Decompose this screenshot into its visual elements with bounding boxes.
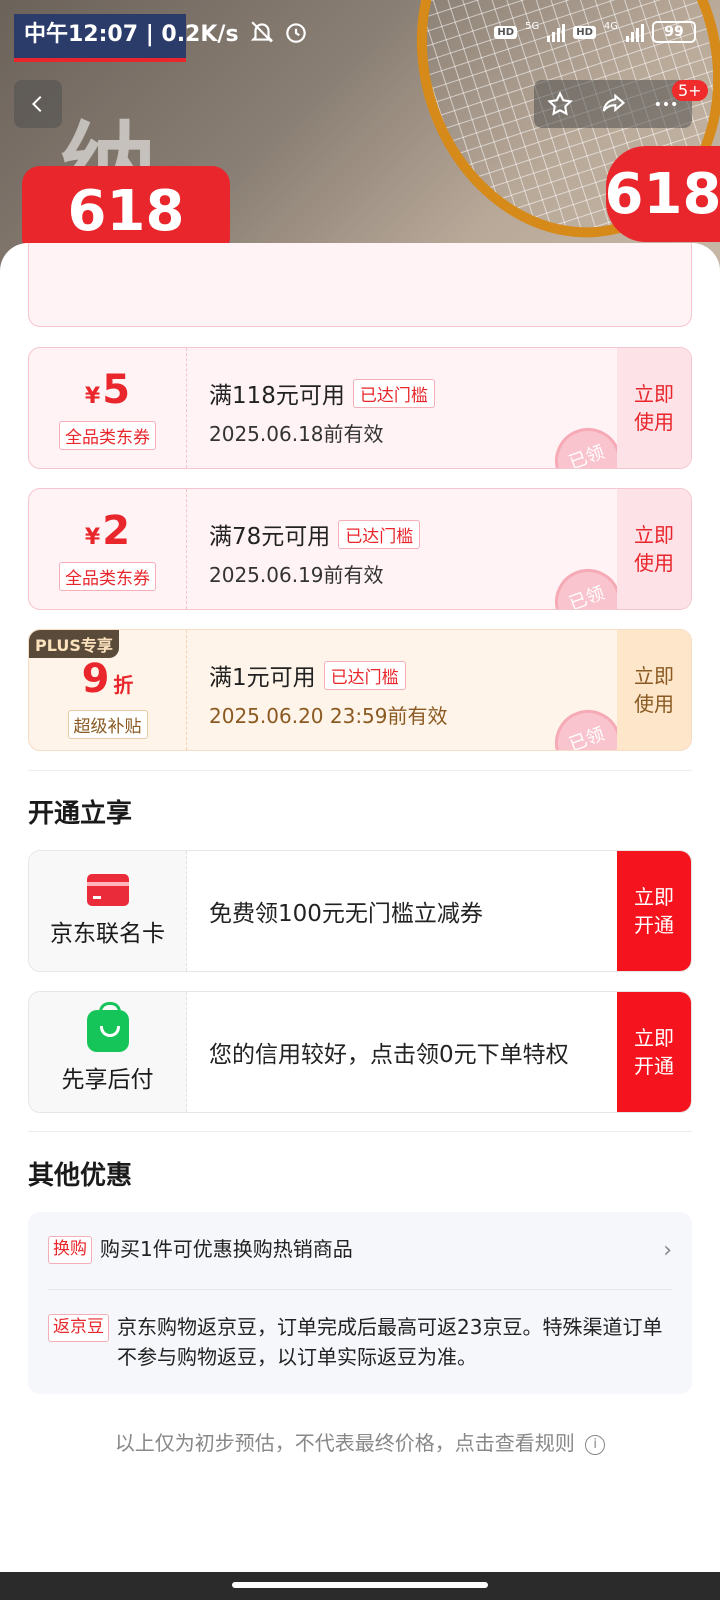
home-indicator-bar — [0, 1572, 720, 1600]
info-icon: i — [585, 1434, 606, 1455]
coupon-condition-row: 满1元可用 已达门槛 — [209, 658, 448, 692]
offer-text: 购买1件可优惠换购热销商品 — [100, 1237, 353, 1261]
bag-icon — [86, 1002, 129, 1052]
threshold-reached-badge: 已达门槛 — [352, 378, 435, 408]
yen-symbol: ¥ — [84, 383, 101, 409]
section-divider — [28, 1131, 692, 1132]
coupon-condition: 满1元可用 — [209, 665, 316, 691]
offer-text: 京东购物返京豆，订单完成后最高可返23京豆。特殊渠道订单不参与购物返豆，以订单实… — [117, 1315, 663, 1369]
mute-bell-icon — [250, 21, 273, 43]
use-now-button[interactable]: 立即 使用 — [617, 489, 691, 609]
coupon-amount: 9 折 — [82, 656, 134, 702]
star-icon[interactable] — [546, 90, 574, 118]
chevron-left-icon — [31, 95, 42, 113]
footer-note[interactable]: 以上仅为初步预估，不代表最终价格，点击查看规则 i — [0, 1427, 720, 1456]
coupon-info: 满118元可用 已达门槛 2025.06.18前有效 — [209, 376, 435, 447]
promo-left: 京东联名卡 — [29, 851, 187, 971]
open-now-button[interactable]: 立即 开通 — [617, 992, 691, 1112]
coupon-value: 5 — [102, 366, 131, 413]
coupon-condition-row: 满118元可用 已达门槛 — [209, 376, 435, 410]
coupon-value: 9 — [81, 655, 110, 702]
open-now-button[interactable]: 立即 开通 — [617, 851, 691, 971]
plus-coupon-card: PLUS专享 9 折 超级补贴 满1元可用 已达门槛 2025.06.20 23… — [28, 629, 692, 751]
top-actions — [534, 80, 692, 128]
coupon-type-tag: 全品类东券 — [59, 420, 156, 450]
coupon-left: 9 折 超级补贴 — [29, 630, 187, 750]
promo-left: 先享后付 — [29, 992, 187, 1112]
share-icon[interactable] — [599, 90, 627, 118]
promo-name: 京东联名卡 — [50, 921, 165, 947]
jingdou-row: 返京豆 京东购物返京豆，订单完成后最高可返23京豆。特殊渠道订单不参与购物返豆，… — [48, 1289, 672, 1394]
alarm-icon — [285, 23, 306, 43]
coupon-validity: 2025.06.18前有效 — [209, 422, 384, 446]
status-time: 中午12:07 | 0.2K/s — [24, 22, 239, 47]
coupon-card-partial — [28, 243, 692, 327]
discount-sheet: 优惠 ¥ 5 全品类东券 满118元可用 已达门槛 2025.06.18前有效 … — [0, 243, 720, 1600]
coupon-condition: 满118元可用 — [209, 383, 345, 409]
offer-tag: 返京豆 — [48, 1314, 109, 1342]
hd-icon-2: HD — [573, 25, 596, 39]
status-bar: 中午12:07 | 0.2K/s HD 5G HD 4G 99 — [0, 0, 720, 64]
coupon-condition: 满78元可用 — [209, 524, 331, 550]
back-button[interactable] — [14, 80, 62, 128]
threshold-reached-badge: 已达门槛 — [338, 519, 421, 549]
promo-card-cobrand: 京东联名卡 免费领100元无门槛立减券 立即 开通 — [28, 850, 692, 972]
coupon-info: 满1元可用 已达门槛 2025.06.20 23:59前有效 — [209, 658, 448, 729]
notification-badge: 5+ — [672, 80, 708, 101]
coupon-card: ¥ 2 全品类东券 满78元可用 已达门槛 2025.06.19前有效 已领 立… — [28, 488, 692, 610]
promo-card-paylater: 先享后付 您的信用较好，点击领0元下单特权 立即 开通 — [28, 991, 692, 1113]
coupon-amount: ¥ 2 — [85, 508, 130, 554]
coupon-info: 满78元可用 已达门槛 2025.06.19前有效 — [209, 517, 421, 588]
discount-unit: 折 — [113, 672, 134, 697]
footer-note-text: 以上仅为初步预估，不代表最终价格，点击查看规则 — [114, 1431, 575, 1455]
card-icon — [86, 874, 129, 906]
section-title-open: 开通立享 — [28, 799, 133, 829]
hd-icon: HD — [494, 25, 518, 39]
offer-tag: 换购 — [48, 1236, 92, 1264]
coupon-validity: 2025.06.19前有效 — [209, 563, 384, 587]
signal-icon — [547, 22, 566, 42]
coupon-left: ¥ 2 全品类东券 — [29, 489, 187, 609]
battery-icon: 99 — [652, 21, 696, 43]
other-offers-box: 换购 购买1件可优惠换购热销商品 › 返京豆 京东购物返京豆，订单完成后最高可返… — [28, 1212, 692, 1394]
promo-desc: 免费领100元无门槛立减券 — [209, 901, 483, 927]
coupon-value: 2 — [102, 507, 131, 554]
yen-symbol: ¥ — [84, 524, 101, 550]
net-5g-label: 5G — [525, 20, 540, 32]
signal-icon-2 — [626, 22, 644, 42]
promo-desc: 您的信用较好，点击领0元下单特权 — [209, 1042, 569, 1068]
use-now-button[interactable]: 立即 使用 — [617, 630, 691, 750]
trade-in-row[interactable]: 换购 购买1件可优惠换购热销商品 › — [48, 1212, 672, 1289]
chevron-right-icon: › — [663, 1238, 672, 1263]
net-4g-label: 4G — [603, 20, 618, 32]
coupon-amount: ¥ 5 — [85, 367, 130, 413]
home-indicator[interactable] — [232, 1582, 488, 1588]
section-divider — [28, 770, 692, 771]
coupon-validity: 2025.06.20 23:59前有效 — [209, 704, 448, 728]
coupon-condition-row: 满78元可用 已达门槛 — [209, 517, 421, 551]
threshold-reached-badge: 已达门槛 — [323, 660, 406, 690]
section-title-other: 其他优惠 — [28, 1161, 133, 1191]
coupon-type-tag: 超级补贴 — [67, 709, 148, 739]
coupon-card: ¥ 5 全品类东券 满118元可用 已达门槛 2025.06.18前有效 已领 … — [28, 347, 692, 469]
badge-618-right: 618 — [605, 146, 720, 242]
promo-name: 先享后付 — [61, 1067, 154, 1093]
use-now-button[interactable]: 立即 使用 — [617, 348, 691, 468]
coupon-type-tag: 全品类东券 — [59, 561, 156, 591]
coupon-left: ¥ 5 全品类东券 — [29, 348, 187, 468]
